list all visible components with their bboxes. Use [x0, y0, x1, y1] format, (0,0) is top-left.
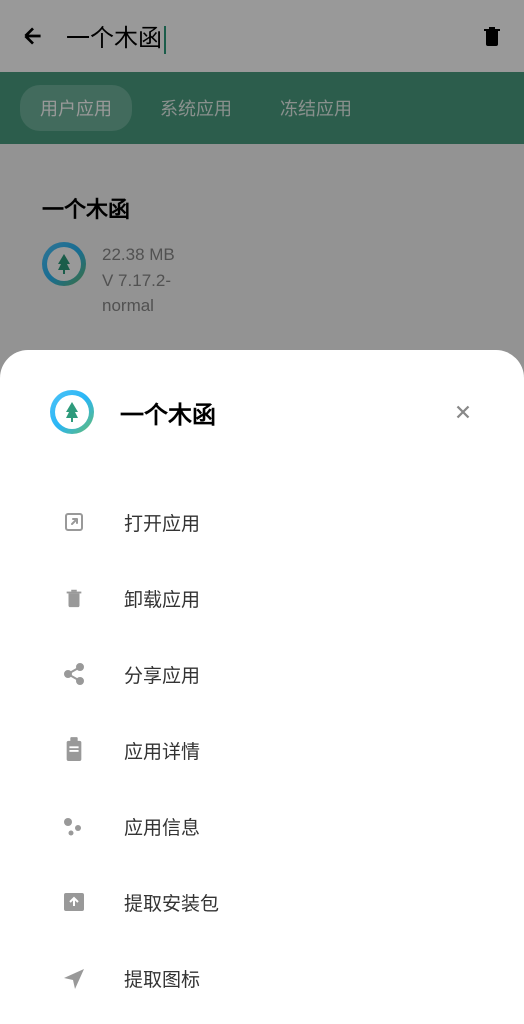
menu-extract-apk[interactable]: 提取安装包 [60, 864, 464, 940]
menu-list: 打开应用 卸载应用 分享应用 [0, 484, 524, 1016]
share-icon [60, 660, 88, 688]
open-icon [60, 508, 88, 536]
menu-app-info[interactable]: 应用信息 [60, 788, 464, 864]
details-icon [60, 736, 88, 764]
sheet-app-icon [50, 390, 94, 434]
bottom-sheet: 一个木函 打开应用 卸载应 [0, 350, 524, 1024]
close-icon[interactable] [452, 401, 474, 423]
info-icon [60, 812, 88, 840]
sheet-title: 一个木函 [120, 395, 452, 430]
menu-extract-icon[interactable]: 提取图标 [60, 940, 464, 1016]
menu-open-app[interactable]: 打开应用 [60, 484, 464, 560]
menu-uninstall-app[interactable]: 卸载应用 [60, 560, 464, 636]
menu-app-details[interactable]: 应用详情 [60, 712, 464, 788]
icon-extract-icon [60, 964, 88, 992]
extract-icon [60, 888, 88, 916]
menu-share-app[interactable]: 分享应用 [60, 636, 464, 712]
trash-icon [60, 584, 88, 612]
